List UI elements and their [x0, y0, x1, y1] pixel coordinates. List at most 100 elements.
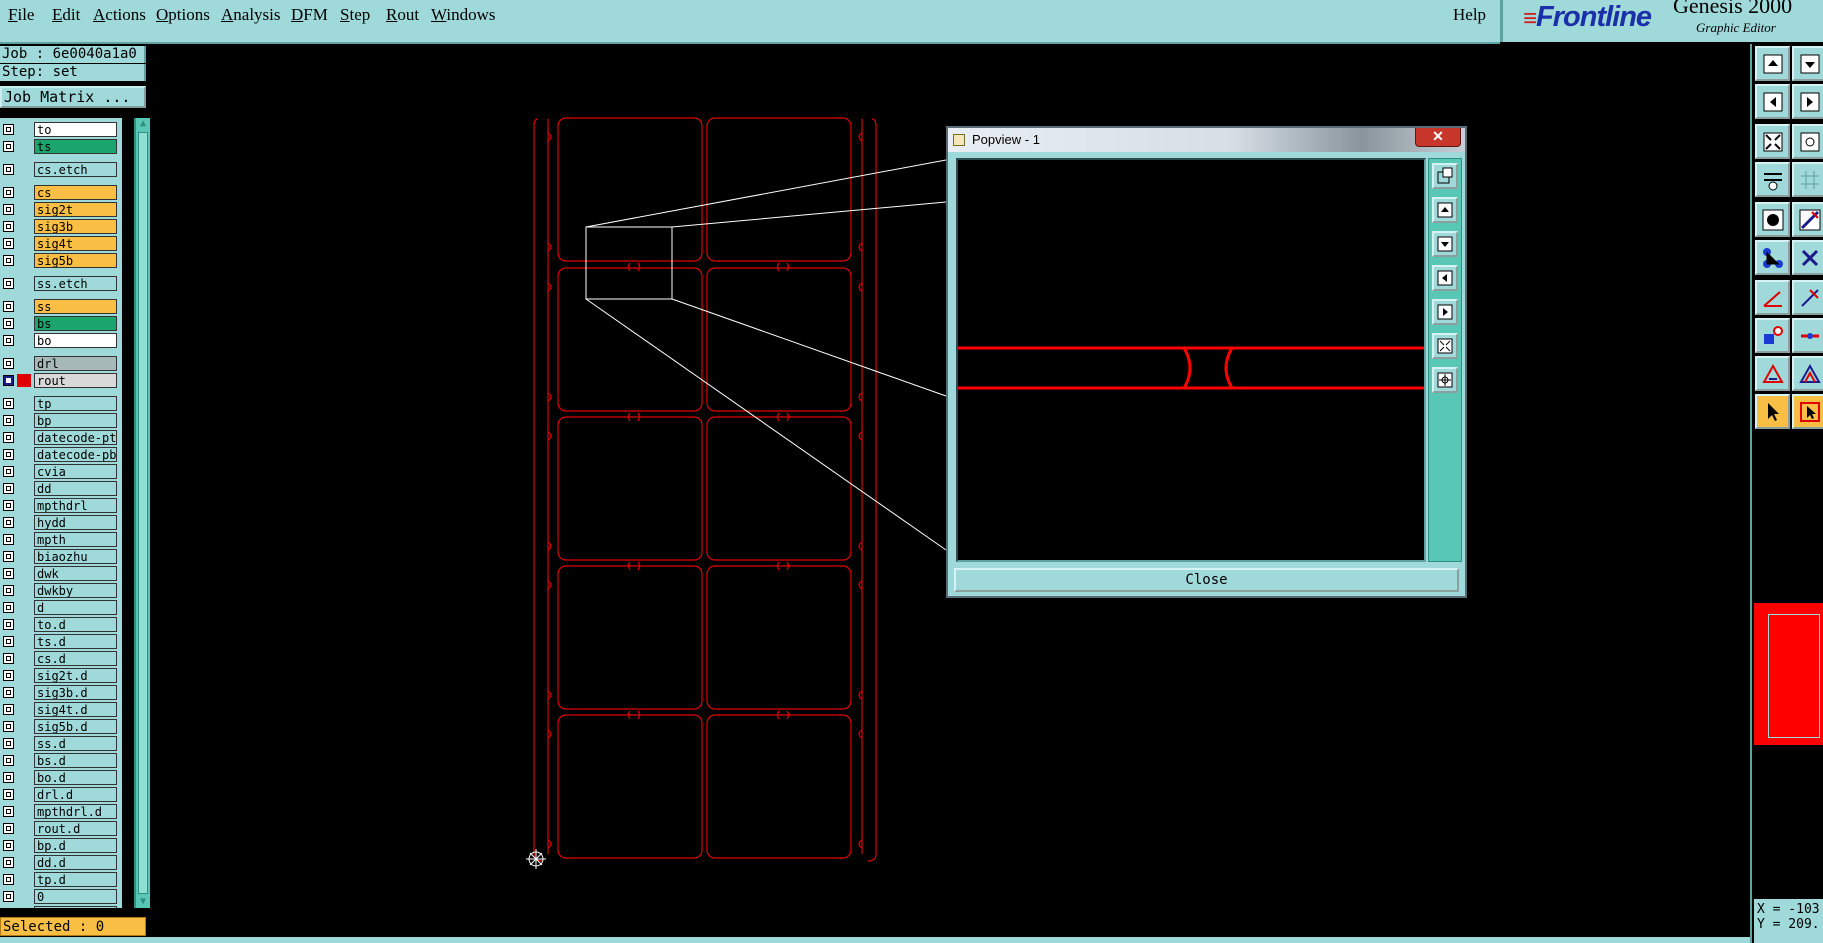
layer-checkbox[interactable] — [3, 772, 14, 783]
layer-checkbox[interactable] — [3, 602, 14, 613]
layer-checkbox[interactable] — [3, 704, 14, 715]
popview-close-button[interactable]: Close — [954, 568, 1459, 592]
layer-checkbox[interactable] — [3, 221, 14, 232]
layer-checkbox[interactable] — [3, 738, 14, 749]
layer-checkbox[interactable] — [3, 789, 14, 800]
layer-row[interactable]: datecode-pto — [0, 430, 122, 445]
menu-analysis[interactable]: Analysis — [221, 5, 281, 25]
layer-name[interactable]: ts — [34, 139, 117, 154]
layer-checkbox[interactable] — [3, 318, 14, 329]
layer-name[interactable]: mpthdrl — [34, 498, 117, 513]
job-matrix-button[interactable]: Job Matrix ... — [0, 86, 146, 108]
select-pointer-icon[interactable] — [1755, 394, 1790, 429]
layer-checkbox[interactable] — [3, 670, 14, 681]
layer-row[interactable]: rout — [0, 373, 122, 388]
layer-row[interactable]: hydd — [0, 515, 122, 530]
layer-checkbox[interactable] — [3, 301, 14, 312]
layer-name[interactable]: t — [34, 906, 117, 908]
layer-row[interactable]: ts — [0, 139, 122, 154]
layer-name[interactable]: bp — [34, 413, 117, 428]
layer-name[interactable]: sig4t.d — [34, 702, 117, 717]
menu-options[interactable]: Options — [156, 5, 210, 25]
layer-name[interactable]: rout — [34, 373, 117, 388]
layer-checkbox[interactable] — [3, 636, 14, 647]
snap-settings-icon[interactable] — [1755, 162, 1790, 197]
layer-list[interactable]: to ts cs.etch cs sig2t sig3b sig4t sig5b ss.etch… — [0, 118, 122, 908]
layer-checkbox[interactable] — [3, 449, 14, 460]
layer-row[interactable]: to — [0, 122, 122, 137]
zoom-fit-icon[interactable] — [1755, 124, 1790, 159]
layer-checkbox[interactable] — [3, 278, 14, 289]
layer-name[interactable]: bo.d — [34, 770, 117, 785]
add-surface-icon[interactable] — [1792, 356, 1823, 391]
layer-row[interactable]: bp — [0, 413, 122, 428]
add-pad-icon[interactable] — [1755, 318, 1790, 353]
overview-minimap[interactable] — [1754, 603, 1823, 745]
select-box-pointer-icon[interactable] — [1792, 394, 1823, 429]
layer-checkbox[interactable] — [3, 653, 14, 664]
layer-checkbox[interactable] — [3, 568, 14, 579]
layer-checkbox[interactable] — [3, 517, 14, 528]
layer-row[interactable]: bo — [0, 333, 122, 348]
layer-checkbox[interactable] — [3, 823, 14, 834]
popview-zoom-view[interactable] — [956, 158, 1426, 562]
window-close-button[interactable]: ✕ — [1415, 128, 1461, 147]
layer-row[interactable]: bp.d — [0, 838, 122, 853]
layer-name[interactable]: ss — [34, 299, 117, 314]
layer-checkbox[interactable] — [3, 415, 14, 426]
layer-row[interactable]: sig4t.d — [0, 702, 122, 717]
layer-checkbox[interactable] — [3, 874, 14, 885]
layer-checkbox[interactable] — [3, 806, 14, 817]
layer-checkbox[interactable] — [3, 398, 14, 409]
layer-name[interactable]: mpthdrl.d — [34, 804, 117, 819]
layer-name[interactable]: dd.d — [34, 855, 117, 870]
layer-row[interactable]: bs — [0, 316, 122, 331]
layer-row[interactable]: ss.d — [0, 736, 122, 751]
zoom-window-icon[interactable] — [1432, 163, 1458, 189]
layer-name[interactable]: 0 — [34, 889, 117, 904]
layer-row[interactable]: cvia — [0, 464, 122, 479]
layer-row[interactable]: datecode-pbo — [0, 447, 122, 462]
layer-checkbox[interactable] — [3, 375, 14, 386]
layer-row[interactable]: t — [0, 906, 122, 908]
layer-row[interactable]: mpthdrl — [0, 498, 122, 513]
layer-row[interactable]: tp — [0, 396, 122, 411]
layer-name[interactable]: tp — [34, 396, 117, 411]
layer-checkbox[interactable] — [3, 483, 14, 494]
connect-icon[interactable] — [1755, 240, 1790, 275]
layer-row[interactable]: cs — [0, 185, 122, 200]
layer-name[interactable]: sig5b — [34, 253, 117, 268]
angle-line-icon[interactable] — [1755, 280, 1790, 315]
layer-name[interactable]: sig3b — [34, 219, 117, 234]
layer-row[interactable]: tp.d — [0, 872, 122, 887]
layer-row[interactable]: cs.etch — [0, 162, 122, 177]
layer-name[interactable]: drl — [34, 356, 117, 371]
layer-checkbox[interactable] — [3, 432, 14, 443]
add-line-icon[interactable] — [1792, 318, 1823, 353]
pan-up-icon[interactable] — [1432, 197, 1458, 223]
layer-name[interactable]: sig3b.d — [34, 685, 117, 700]
layer-checkbox[interactable] — [3, 585, 14, 596]
layer-row[interactable]: sig3b.d — [0, 685, 122, 700]
layer-name[interactable]: cs.etch — [34, 162, 117, 177]
layer-row[interactable]: cs.d — [0, 651, 122, 666]
layer-row[interactable]: dd — [0, 481, 122, 496]
layer-name[interactable]: sig5b.d — [34, 719, 117, 734]
zoom-in-icon[interactable] — [1432, 367, 1458, 393]
pad-feature-icon[interactable] — [1755, 202, 1790, 237]
menu-file[interactable]: File — [8, 5, 34, 25]
layer-name[interactable]: sig2t.d — [34, 668, 117, 683]
layer-name[interactable]: cvia — [34, 464, 117, 479]
layer-row[interactable]: to.d — [0, 617, 122, 632]
layer-checkbox[interactable] — [3, 204, 14, 215]
layer-name[interactable]: d — [34, 600, 117, 615]
layer-name[interactable]: cs.d — [34, 651, 117, 666]
pan-left-tool-icon[interactable] — [1755, 84, 1790, 119]
layer-name[interactable]: bo — [34, 333, 117, 348]
zoom-down-icon[interactable] — [1792, 46, 1823, 81]
layer-checkbox[interactable] — [3, 466, 14, 477]
layer-name[interactable]: cs — [34, 185, 117, 200]
layer-name[interactable]: dd — [34, 481, 117, 496]
layer-name[interactable]: to — [34, 122, 117, 137]
layer-name[interactable]: tp.d — [34, 872, 117, 887]
